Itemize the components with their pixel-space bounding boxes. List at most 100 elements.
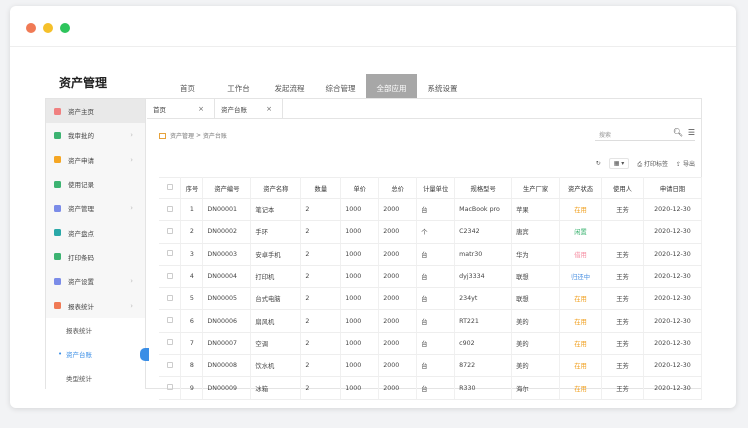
close-tab-icon[interactable]: × — [266, 105, 272, 113]
table-row[interactable]: 9 DN00009 冰箱 2 1000 2000 台 R330 海尔 在用 王芳 2020-12-30 — [159, 376, 703, 400]
table-cell: 在用 — [559, 376, 603, 400]
search-placeholder: 搜索 — [599, 132, 612, 139]
sidebar-subitem[interactable]: • 资产台账 — [46, 341, 149, 367]
titlebar-divider — [10, 46, 736, 47]
checkbox[interactable] — [166, 272, 173, 279]
column-header: 资产状态 — [559, 177, 603, 199]
table-cell: 2020-12-30 — [643, 198, 703, 222]
breadcrumb-root[interactable]: 资产管理 — [170, 131, 194, 140]
sidebar-item[interactable]: 资产申请 › — [46, 148, 145, 172]
refresh-icon[interactable]: ↻ — [596, 160, 601, 167]
table-cell: DN00008 — [202, 354, 252, 378]
table-row[interactable]: 1 DN00001 笔记本 2 1000 2000 台 MacBook pro 苹果 在用 王芳 20… — [159, 198, 703, 222]
table-row[interactable]: 8 DN00008 饮水机 2 1000 2000 台 8722 美的 在用 王芳 2020-12-3… — [159, 354, 703, 378]
table-cell: 王芳 — [601, 265, 644, 289]
search-input[interactable]: 搜索 🔍︎ ☰ — [595, 128, 695, 141]
close-tab-icon[interactable]: × — [198, 105, 204, 113]
row-checkbox-cell[interactable] — [159, 198, 182, 222]
export-text: 导出 — [682, 161, 695, 168]
table-cell: 安卓手机 — [250, 243, 302, 266]
checkbox[interactable] — [166, 361, 173, 368]
table-cell: c902 — [454, 332, 513, 356]
manage-icon — [54, 204, 61, 212]
sidebar-subitem[interactable]: 报表统计 — [46, 317, 145, 342]
table-cell: 1000 — [340, 354, 380, 378]
table-cell: 2 — [300, 265, 342, 289]
inventory-icon — [54, 229, 61, 237]
checkbox[interactable] — [166, 250, 173, 257]
checkbox[interactable] — [166, 384, 173, 391]
sidebar-subitem[interactable]: 类型统计 — [46, 366, 145, 391]
sidebar-item[interactable]: 资产管理 › — [46, 196, 145, 220]
table-row[interactable]: 5 DN00005 台式电脑 2 1000 2000 台 234yt 联想 在用 王芳 2020-12… — [159, 287, 703, 311]
table-row[interactable]: 3 DN00003 安卓手机 2 1000 2000 台 matr30 华为 借用 王芳 2020-1… — [159, 243, 703, 266]
row-checkbox-cell[interactable] — [159, 354, 182, 378]
row-checkbox-cell[interactable] — [159, 220, 182, 244]
table-cell: 2000 — [378, 332, 418, 356]
row-checkbox-cell[interactable] — [159, 332, 182, 356]
maximize-window-icon[interactable] — [60, 23, 70, 33]
table-cell: 饮水机 — [250, 354, 302, 378]
table-cell: DN00009 — [202, 376, 252, 400]
table-row[interactable]: 6 DN00006 扇风机 2 1000 2000 台 RT221 美的 在用 王芳 2020-12-… — [159, 309, 703, 333]
checkbox[interactable] — [166, 294, 173, 301]
columns-dropdown-button[interactable]: ▦ ▾ — [608, 158, 630, 169]
table-row[interactable]: 2 DN00002 手环 2 1000 2000 个 C2342 唐宾 闲置 2020-12-30 — [159, 220, 703, 244]
table-cell: 个 — [416, 220, 456, 244]
search-icon[interactable]: 🔍︎ — [673, 128, 683, 137]
table-cell: 9 — [180, 376, 204, 400]
print-label-button[interactable]: ⎙ 打印标签 — [637, 159, 668, 169]
sidebar-item[interactable]: 打印条码 — [46, 245, 145, 269]
sidebar-item-label: 资产管理 — [68, 205, 94, 214]
sidebar-item[interactable]: 我审批的 › — [46, 123, 145, 147]
table-cell: 王芳 — [601, 243, 644, 266]
select-all-checkbox-cell[interactable] — [159, 177, 182, 199]
sidebar-item-label: 资产主页 — [68, 108, 94, 117]
table-cell: 2000 — [378, 198, 418, 222]
table-cell: 扇风机 — [250, 309, 302, 333]
table-cell: R330 — [454, 376, 513, 400]
table-cell: 2 — [300, 332, 342, 356]
checkbox[interactable] — [166, 317, 173, 324]
table-cell: 5 — [180, 287, 204, 311]
row-checkbox-cell[interactable] — [159, 287, 182, 311]
list-view-icon[interactable]: ☰ — [688, 128, 695, 137]
window-controls — [26, 23, 70, 33]
export-button[interactable]: ⇪ 导出 — [676, 159, 695, 168]
sidebar-subitem-label: 资产台账 — [66, 351, 92, 360]
table-cell: 1000 — [340, 198, 380, 222]
table-cell: 借用 — [559, 243, 603, 266]
page-tab[interactable]: 资产台账 × — [215, 99, 283, 118]
checkbox[interactable] — [166, 184, 173, 190]
content-area: 首页 × 资产台账 × 资产管理 > 资产台账 搜索 🔍︎ ☰ ↻ ▦ ▾ ⎙ 打印标… — [147, 99, 703, 400]
sidebar-item[interactable]: 资产盘点 — [46, 220, 145, 244]
sidebar-item[interactable]: 使用记录 — [46, 172, 145, 196]
table-cell: C2342 — [454, 220, 513, 244]
row-checkbox-cell[interactable] — [159, 309, 182, 333]
close-window-icon[interactable] — [26, 23, 36, 33]
sidebar-item[interactable]: 资产设置 › — [46, 269, 145, 293]
minimize-window-icon[interactable] — [43, 23, 53, 33]
row-checkbox-cell[interactable] — [159, 243, 182, 266]
breadcrumb-home-icon[interactable] — [159, 132, 166, 139]
active-dot-icon: • — [58, 350, 63, 359]
table-row[interactable]: 4 DN00004 打印机 2 1000 2000 台 dyj3334 联想 归还中 王芳 2020-… — [159, 265, 703, 289]
sidebar-item[interactable]: 资产主页 — [46, 99, 145, 124]
table-row[interactable]: 7 DN00007 空调 2 1000 2000 台 c902 美的 在用 王芳 2020-12-30 — [159, 332, 703, 356]
table-cell: 归还中 — [559, 265, 603, 289]
column-header: 数量 — [300, 177, 342, 199]
sidebar-item[interactable]: 报表统计 › — [46, 293, 145, 317]
row-checkbox-cell[interactable] — [159, 376, 182, 400]
checkbox[interactable] — [166, 205, 173, 212]
checkbox[interactable] — [166, 227, 173, 234]
table-cell: 6 — [180, 309, 204, 333]
table-cell: 2020-12-30 — [643, 287, 703, 311]
row-checkbox-cell[interactable] — [159, 265, 182, 289]
table-cell: 笔记本 — [250, 198, 302, 222]
page-tab[interactable]: 首页 × — [147, 99, 215, 118]
table-cell: 2000 — [378, 220, 418, 244]
checkbox[interactable] — [166, 339, 173, 346]
table-cell: 闲置 — [559, 220, 603, 244]
table-cell: 234yt — [454, 287, 513, 311]
column-header: 总价 — [378, 177, 418, 199]
